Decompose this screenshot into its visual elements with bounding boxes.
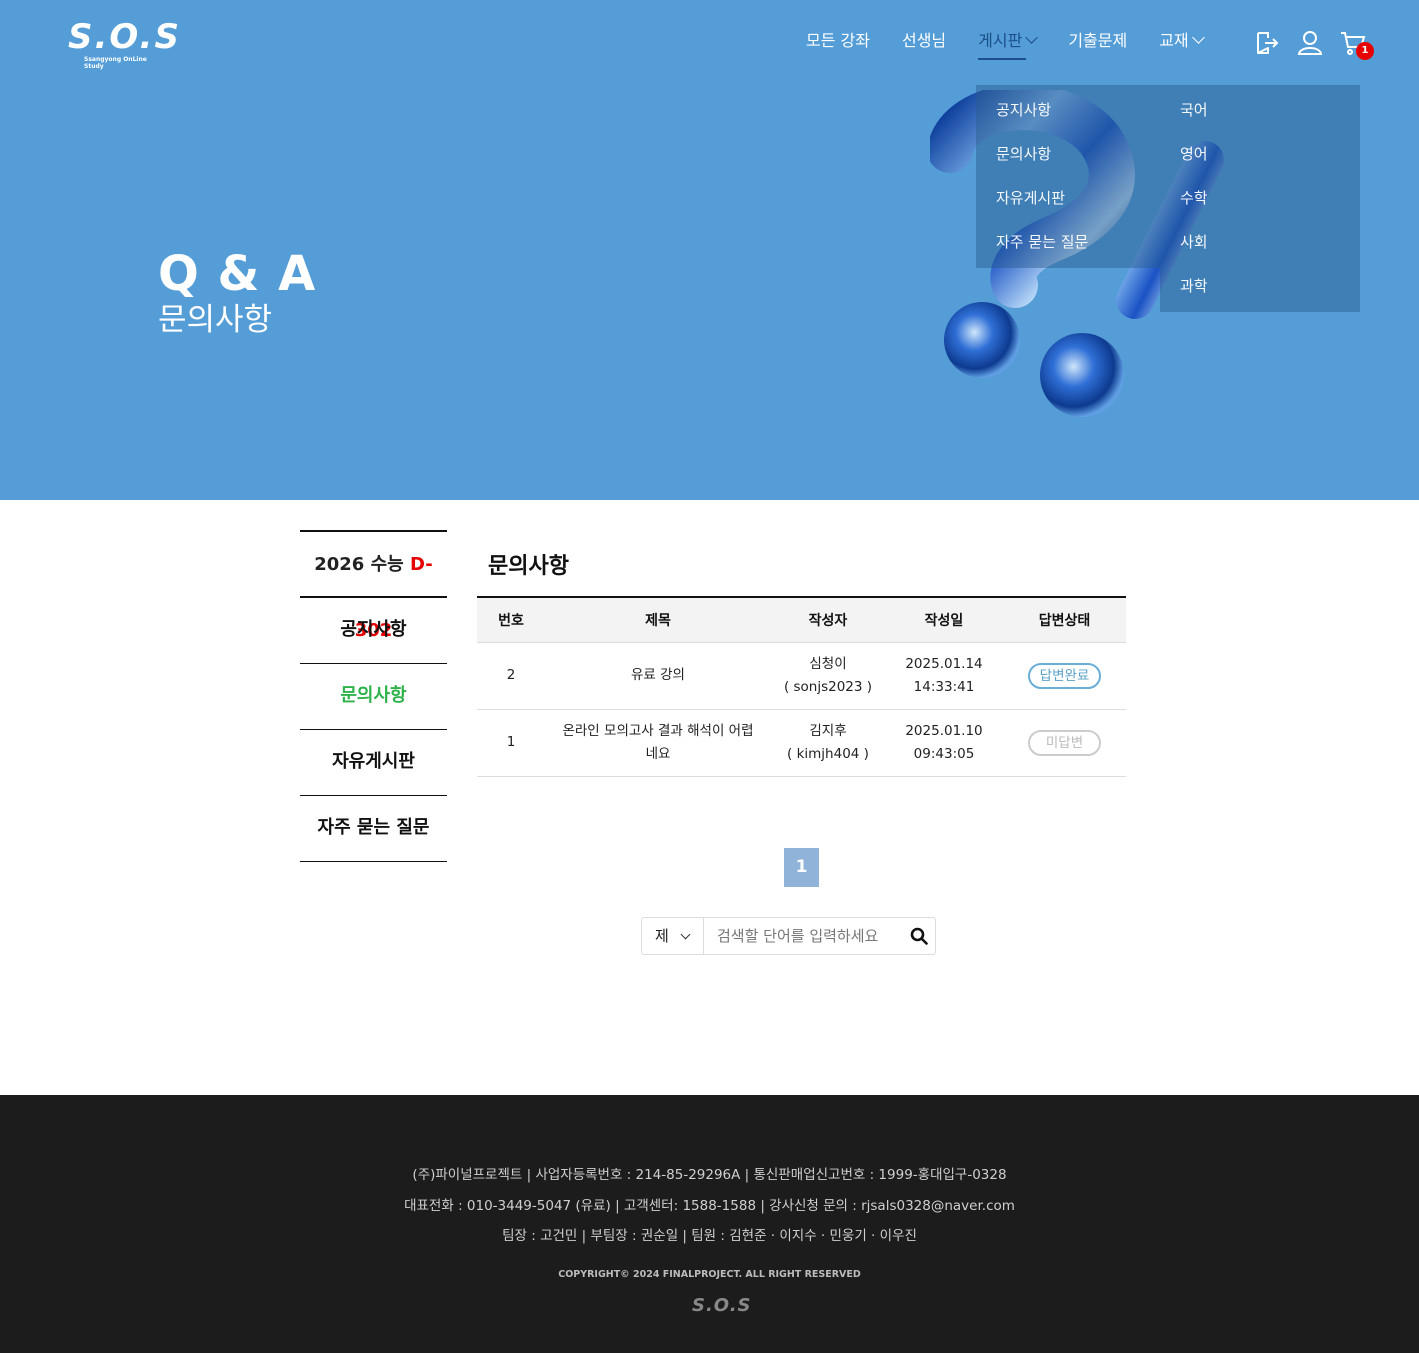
textbook-dropdown: 국어 영어 수학 사회 과학 [1160, 85, 1360, 312]
search-bar: 제 [641, 917, 936, 955]
logout-icon [1257, 32, 1279, 54]
column-header-no: 번호 [477, 596, 545, 643]
column-header-date: 작성일 [885, 596, 1003, 643]
dropdown-item-english[interactable]: 영어 [1160, 129, 1360, 173]
writer-name: 심청이 [809, 655, 847, 672]
dropdown-item-science[interactable]: 과학 [1160, 261, 1360, 305]
search-input[interactable] [704, 918, 904, 954]
footer-copyright: COPYRIGHT© 2024 FINALPROJECT. ALL RIGHT … [558, 1269, 861, 1280]
nav-all-courses[interactable]: 모든 강좌 [806, 28, 870, 58]
writer-id: ( kimjh404 ) [787, 745, 869, 762]
cart-button[interactable]: 1 [1340, 30, 1374, 60]
time-value: 14:33:41 [913, 678, 975, 695]
row-date: 2025.01.14 14:33:41 [885, 642, 1003, 710]
dropdown-item-free-board[interactable]: 자유게시판 [976, 173, 1160, 217]
board-dropdown: 공지사항 문의사항 자유게시판 자주 묻는 질문 [976, 85, 1160, 268]
site-logo[interactable]: S.O.S Ssangyong OnLine Study [68, 17, 181, 70]
sidebar-item-free-board[interactable]: 자유게시판 [300, 730, 447, 796]
status-badge: 미답변 [1028, 729, 1101, 756]
table-row[interactable]: 2 유료 강의 심청이 ( sonjs2023 ) 2025.01.14 14:… [477, 642, 1126, 710]
hero-subtitle: 문의사항 [158, 302, 273, 338]
footer-logo: S.O.S [692, 1295, 752, 1316]
sidebar-item-notice[interactable]: 공지사항 [300, 598, 447, 664]
dropdown-item-korean[interactable]: 국어 [1160, 85, 1360, 129]
footer-company-info: (주)파이널프로젝트 | 사업자등록번호 : 214-85-29296A | 통… [412, 1167, 1007, 1183]
search-type-select[interactable]: 제 [642, 918, 704, 954]
chevron-down-icon [680, 929, 691, 940]
nav-teachers[interactable]: 선생님 [902, 28, 946, 58]
dropdown-item-notice[interactable]: 공지사항 [976, 85, 1160, 129]
footer-team-info: 팀장 : 고건민 | 부팀장 : 권순일 | 팀원 : 김현준 · 이지수 · … [502, 1228, 917, 1244]
row-writer: 김지후 ( kimjh404 ) [771, 709, 885, 777]
row-number: 1 [477, 709, 545, 777]
row-number: 2 [477, 642, 545, 710]
cart-count-badge: 1 [1356, 42, 1374, 60]
chevron-down-icon [1191, 31, 1205, 44]
footer-contact-info: 대표전화 : 010-3449-5047 (유료) | 고객센터: 1588-1… [404, 1198, 1015, 1214]
row-status: 답변완료 [1003, 642, 1126, 710]
row-writer: 심청이 ( sonjs2023 ) [771, 642, 885, 710]
chevron-down-icon [1025, 31, 1039, 44]
dday-label: 2026 수능 [314, 554, 404, 575]
time-value: 09:43:05 [913, 745, 975, 762]
inquiry-table: 번호 제목 작성자 작성일 답변상태 2 유료 강의 심청이 ( sonjs20… [477, 596, 1126, 777]
dropdown-item-social[interactable]: 사회 [1160, 217, 1360, 261]
search-type-value: 제 [655, 927, 669, 945]
table-row[interactable]: 1 온라인 모의고사 결과 해석이 어렵네요 김지후 ( kimjh404 ) … [477, 709, 1126, 777]
date-value: 2025.01.10 [905, 722, 983, 739]
table-header-row: 번호 제목 작성자 작성일 답변상태 [477, 596, 1126, 643]
logout-button[interactable] [1254, 30, 1280, 56]
sidebar-item-faq[interactable]: 자주 묻는 질문 [300, 796, 447, 862]
logo-text: S.O.S [68, 17, 181, 57]
search-icon [910, 927, 928, 945]
column-header-status: 답변상태 [1003, 596, 1126, 643]
search-button[interactable] [904, 918, 934, 954]
user-icon [1297, 31, 1323, 55]
board-sidebar: 2026 수능 D-302 공지사항 문의사항 자유게시판 자주 묻는 질문 [300, 530, 447, 862]
writer-id: ( sonjs2023 ) [783, 678, 873, 695]
sidebar-item-inquiry[interactable]: 문의사항 [300, 664, 447, 730]
nav-label: 게시판 [978, 31, 1023, 50]
hero-title: Q & A [158, 246, 317, 302]
row-title-link[interactable]: 온라인 모의고사 결과 해석이 어렵네요 [545, 709, 771, 777]
hero-banner: S.O.S Ssangyong OnLine Study 모든 강좌 선생님 게… [0, 0, 1419, 500]
nav-label: 모든 강좌 [806, 31, 870, 50]
header-icons: 1 [1254, 30, 1383, 60]
row-title-link[interactable]: 유료 강의 [545, 642, 771, 710]
nav-textbooks[interactable]: 교재 [1159, 28, 1205, 58]
row-status: 미답변 [1003, 709, 1126, 777]
row-date: 2025.01.10 09:43:05 [885, 709, 1003, 777]
site-footer: (주)파이널프로젝트 | 사업자등록번호 : 214-85-29296A | 통… [0, 1095, 1419, 1353]
dropdown-item-math[interactable]: 수학 [1160, 173, 1360, 217]
nav-label: 기출문제 [1068, 31, 1128, 50]
dropdown-item-inquiry[interactable]: 문의사항 [976, 129, 1160, 173]
logo-subtext: Ssangyong OnLine Study [84, 56, 147, 70]
nav-label: 교재 [1159, 31, 1189, 50]
mypage-button[interactable] [1297, 30, 1323, 56]
row-title-text: 온라인 모의고사 결과 해석이 어렵네요 [562, 722, 754, 762]
nav-past-exams[interactable]: 기출문제 [1068, 28, 1127, 58]
nav-label: 선생님 [901, 31, 947, 50]
column-header-title: 제목 [545, 596, 771, 643]
status-badge: 답변완료 [1028, 662, 1101, 689]
main-nav: 모든 강좌 선생님 게시판 기출문제 교재 [790, 28, 1219, 60]
exam-dday: 2026 수능 D-302 [300, 530, 447, 641]
page-title: 문의사항 [488, 554, 569, 579]
pagination-page-1[interactable]: 1 [784, 848, 819, 887]
date-value: 2025.01.14 [905, 655, 983, 672]
writer-name: 김지후 [809, 722, 847, 739]
column-header-writer: 작성자 [771, 596, 885, 643]
nav-board[interactable]: 게시판 [978, 28, 1039, 60]
dropdown-item-faq[interactable]: 자주 묻는 질문 [976, 217, 1160, 261]
